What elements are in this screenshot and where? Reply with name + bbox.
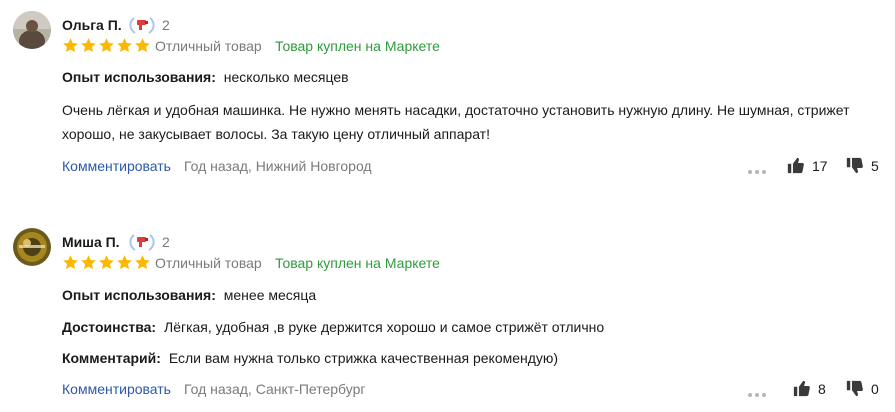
more-dots-icon[interactable] — [747, 386, 767, 397]
field-label: Достоинства: — [62, 319, 157, 335]
dislike-button[interactable]: 0 — [846, 380, 879, 397]
thumbs-up-icon — [787, 157, 804, 174]
badge-count: 2 — [162, 234, 170, 250]
review-text-line: хорошо, не закусывает волосы. За такую ц… — [62, 126, 490, 142]
star-icon — [63, 255, 78, 270]
rating-stars — [62, 37, 151, 54]
pros: Достоинства: Лёгкая, удобная ,в руке дер… — [62, 315, 604, 339]
laurel-hairdryer-badge-icon — [126, 14, 158, 36]
dislike-button[interactable]: 5 — [846, 157, 879, 174]
field-label: Комментарий: — [62, 350, 161, 366]
laurel-hairdryer-badge-icon — [126, 231, 158, 253]
review-text: Очень лёгкая и удобная машинка. Не нужно… — [62, 98, 862, 146]
star-icon — [135, 255, 150, 270]
comment: Комментарий: Если вам нужна только стриж… — [62, 346, 558, 370]
review-card: Миша П. 2 Отличный товар Товар куплен на… — [0, 222, 895, 412]
star-icon — [117, 255, 132, 270]
usage-experience: Опыт использования: менее месяца — [62, 283, 316, 307]
field-label: Опыт использования: — [62, 69, 216, 85]
like-button[interactable]: 17 — [787, 157, 828, 174]
star-icon — [99, 255, 114, 270]
like-button[interactable]: 8 — [793, 380, 826, 397]
comment-link[interactable]: Комментировать — [62, 158, 171, 174]
dislike-count: 5 — [871, 157, 879, 174]
rating-label: Отличный товар — [155, 255, 262, 271]
purchased-label: Товар куплен на Маркете — [275, 38, 440, 54]
field-value: несколько месяцев — [223, 69, 349, 85]
like-count: 17 — [812, 157, 828, 174]
field-label: Опыт использования: — [62, 287, 216, 303]
comment-link[interactable]: Комментировать — [62, 381, 171, 397]
more-dots-icon[interactable] — [747, 163, 767, 174]
star-icon — [117, 38, 132, 53]
review-meta: Год назад, Санкт-Петербург — [184, 381, 366, 397]
rating-label: Отличный товар — [155, 38, 262, 54]
field-value: Лёгкая, удобная ,в руке держится хорошо … — [164, 319, 605, 335]
usage-experience: Опыт использования: несколько месяцев — [62, 65, 349, 89]
star-icon — [81, 255, 96, 270]
field-value: менее месяца — [223, 287, 317, 303]
author-name[interactable]: Миша П. — [62, 234, 120, 250]
purchased-label: Товар куплен на Маркете — [275, 255, 440, 271]
avatar[interactable] — [13, 11, 51, 49]
dislike-count: 0 — [871, 380, 879, 397]
thumbs-up-icon — [793, 380, 810, 397]
review-meta: Год назад, Нижний Новгород — [184, 158, 372, 174]
star-icon — [81, 38, 96, 53]
avatar[interactable] — [13, 228, 51, 266]
like-count: 8 — [818, 380, 826, 397]
star-icon — [135, 38, 150, 53]
review-card: Ольга П. 2 Отличный товар Товар куплен н… — [0, 0, 895, 190]
field-value: Если вам нужна только стрижка качественн… — [168, 350, 559, 366]
thumbs-down-icon — [846, 380, 863, 397]
review-text-line: Очень лёгкая и удобная машинка. Не нужно… — [62, 102, 850, 118]
thumbs-down-icon — [846, 157, 863, 174]
author-name[interactable]: Ольга П. — [62, 17, 122, 33]
rating-stars — [62, 254, 151, 271]
badge-count: 2 — [162, 17, 170, 33]
star-icon — [63, 38, 78, 53]
star-icon — [99, 38, 114, 53]
